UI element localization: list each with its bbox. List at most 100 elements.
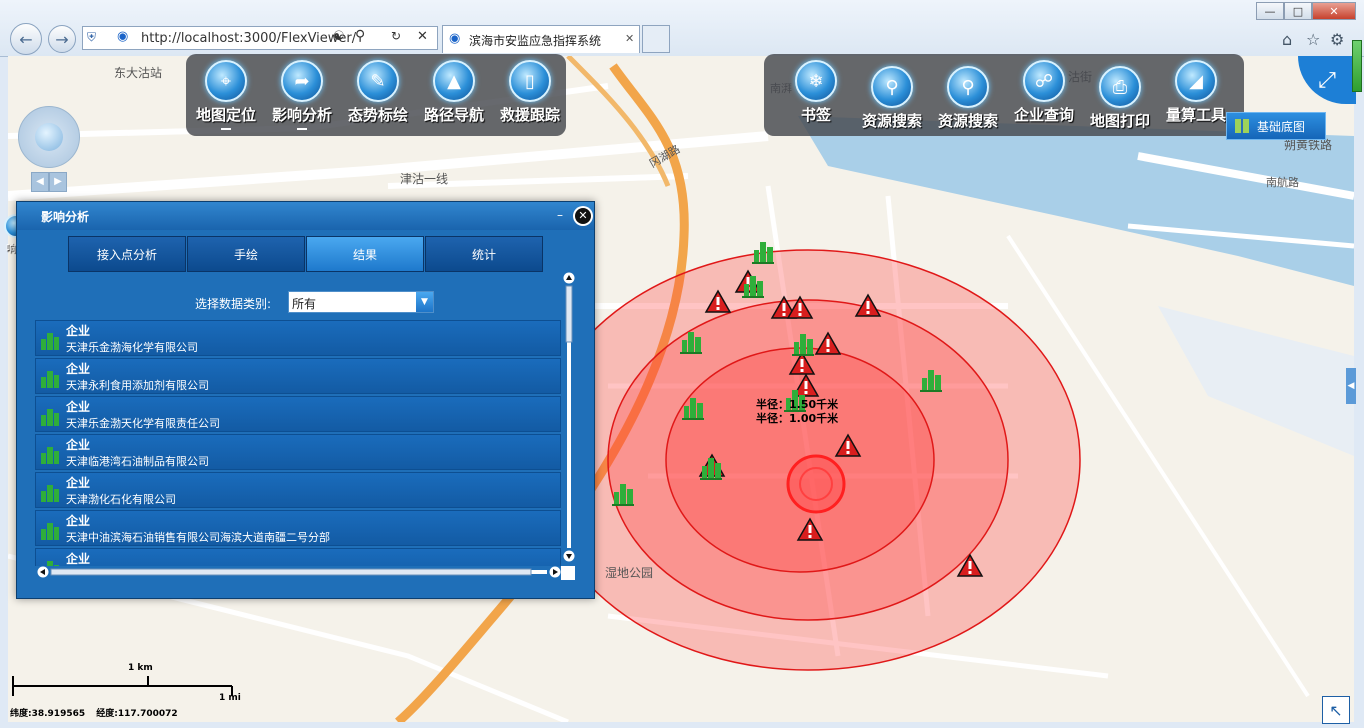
vertical-scrollbar[interactable]	[563, 272, 575, 562]
refresh-icon[interactable]: ↻	[391, 29, 401, 43]
new-tab-button[interactable]	[642, 25, 670, 53]
basemap-button[interactable]: 基础底图	[1226, 112, 1326, 140]
tool-label: 地图定位	[195, 106, 256, 124]
enterprise-query-icon: ☍	[1023, 60, 1065, 102]
settings-gear-icon[interactable]: ⚙	[1330, 30, 1344, 49]
chevron-left-icon: ◀	[1347, 381, 1355, 391]
tool-label: 企业查询	[1013, 106, 1074, 124]
globe-icon[interactable]	[35, 123, 63, 151]
impact-analysis-icon: ➦	[281, 60, 323, 102]
tool-bookmark[interactable]: ❄ 书签	[778, 60, 854, 125]
browser-chrome: ← → ⛨ ◉ http://localhost:3000/FlexViewer…	[0, 0, 1364, 57]
panel-close-button[interactable]: ✕	[573, 206, 593, 226]
ie-page-icon: ◉	[117, 29, 129, 44]
pan-right-icon[interactable]: ▶	[49, 172, 67, 192]
pan-control[interactable]	[18, 106, 80, 168]
tab-results[interactable]: 结果	[306, 236, 424, 272]
scale-mi-label: 1 mi	[219, 693, 241, 703]
impact-analysis-panel: 影响分析 – ✕ 接入点分析 手绘 结果 统计 选择数据类别: 所有 ▼ 企业天…	[16, 201, 595, 599]
map-label-nanhang: 南航路	[1266, 176, 1299, 189]
toolbar-left: ⌖ 地图定位 ➦ 影响分析 ✎ 态势标绘 ▲ 路径导航 ▯ 救援跟踪	[186, 54, 566, 136]
list-item[interactable]: 企业 天津乐金渤天化学有限责任公司	[35, 396, 561, 432]
panel-header[interactable]: 影响分析 – ✕	[17, 202, 594, 230]
bookmark-icon: ❄	[795, 60, 837, 102]
zoom-gauge[interactable]	[1352, 40, 1362, 92]
map-label-dongdagu: 东大沽站	[114, 66, 163, 80]
enterprise-icon	[41, 371, 59, 388]
latitude-text: 纬度:38.919565	[10, 709, 86, 719]
tab-statistics[interactable]: 统计	[425, 236, 543, 272]
compat-icon[interactable]: ☯	[333, 29, 345, 44]
data-category-select[interactable]: 所有 ▼	[288, 291, 434, 313]
overview-map-button[interactable]: ↖	[1322, 696, 1350, 724]
enterprise-icon	[41, 447, 59, 464]
minimize-window-button[interactable]: —	[1256, 2, 1284, 20]
url-text: http://localhost:3000/FlexViewer/	[141, 31, 357, 46]
tool-active-dash	[297, 128, 307, 130]
locate-icon: ⌖	[205, 60, 247, 102]
search-icon[interactable]: ⚲	[355, 28, 365, 44]
tool-measure[interactable]: ◢ 量算工具	[1158, 60, 1234, 125]
tab-close-icon[interactable]: ✕	[625, 32, 634, 45]
list-item[interactable]: 企业 天津临港湾石油制品有限公司	[35, 434, 561, 470]
tool-map-locate[interactable]: ⌖ 地图定位	[188, 60, 264, 130]
maximize-window-button[interactable]: □	[1284, 2, 1312, 20]
tool-label: 态势标绘	[347, 106, 408, 124]
list-item[interactable]: 企业	[35, 548, 561, 566]
resource-search-icon: ⚲	[871, 66, 913, 108]
forward-arrow-icon: →	[55, 29, 69, 49]
tool-label: 资源搜索	[937, 112, 998, 130]
tab-freehand[interactable]: 手绘	[187, 236, 305, 272]
tab-access-point-analysis[interactable]: 接入点分析	[68, 236, 186, 272]
enterprise-icon	[41, 333, 59, 350]
result-type: 企业	[66, 324, 91, 338]
stop-icon[interactable]: ✕	[417, 29, 428, 44]
chevron-down-icon[interactable]: ▼	[416, 292, 433, 312]
close-window-button[interactable]: ✕	[1312, 2, 1356, 20]
back-arrow-icon: ←	[19, 29, 33, 49]
tool-map-print[interactable]: ⎙ 地图打印	[1082, 66, 1158, 131]
tool-plotting[interactable]: ✎ 态势标绘	[340, 60, 416, 125]
tool-resource-search-1[interactable]: ⚲ 资源搜索	[854, 66, 930, 131]
address-bar[interactable]: ⛨ ◉ http://localhost:3000/FlexViewer/ ☯ …	[82, 26, 438, 50]
browser-tab[interactable]: ◉ 滨海市安监应急指挥系统 ✕	[442, 25, 640, 53]
tool-label: 资源搜索	[861, 112, 922, 130]
tool-impact-analysis[interactable]: ➦ 影响分析	[264, 60, 340, 130]
home-icon[interactable]: ⌂	[1282, 30, 1292, 49]
list-item[interactable]: 企业 天津中油滨海石油销售有限公司海滨大道南疆二号分部	[35, 510, 561, 546]
navigation-icon: ▲	[433, 60, 475, 102]
result-name: 天津中油滨海石油销售有限公司海滨大道南疆二号分部	[66, 531, 330, 544]
favorites-star-icon[interactable]: ☆	[1306, 30, 1320, 49]
collapse-side-button[interactable]: ◀	[1346, 368, 1356, 404]
result-name: 天津永利食用添加剂有限公司	[66, 379, 209, 392]
enterprise-icon	[47, 561, 59, 566]
tool-label: 书签	[800, 106, 831, 124]
list-item[interactable]: 企业 天津永利食用添加剂有限公司	[35, 358, 561, 394]
expand-icon: ⤢	[1318, 67, 1336, 93]
tool-navigation[interactable]: ▲ 路径导航	[416, 60, 492, 125]
longitude-text: 经度:117.700072	[96, 709, 178, 719]
back-button[interactable]: ←	[10, 23, 42, 55]
minimize-icon[interactable]: –	[557, 209, 567, 221]
horizontal-scrollbar[interactable]	[37, 566, 561, 578]
print-icon: ⎙	[1099, 66, 1141, 108]
tool-resource-search-2[interactable]: ⚲ 资源搜索	[930, 66, 1006, 131]
pan-left-icon[interactable]: ◀	[31, 172, 49, 192]
resource-search-icon: ⚲	[947, 66, 989, 108]
tool-active-dash	[221, 128, 231, 130]
tool-rescue-tracking[interactable]: ▯ 救援跟踪	[492, 60, 568, 125]
tool-label: 影响分析	[271, 106, 332, 124]
land-block	[1158, 306, 1354, 456]
result-name: 天津渤化石化有限公司	[66, 493, 176, 506]
panel-title: 影响分析	[41, 210, 90, 224]
basemap-label: 基础底图	[1257, 119, 1306, 134]
tab-title: 滨海市安监应急指挥系统	[469, 34, 602, 48]
measure-icon: ◢	[1175, 60, 1217, 102]
close-icon: ✕	[575, 208, 591, 224]
list-item[interactable]: 企业 天津渤化石化有限公司	[35, 472, 561, 508]
list-item[interactable]: 企业 天津乐金渤海化学有限公司	[35, 320, 561, 356]
tool-label: 地图打印	[1089, 112, 1150, 130]
tool-enterprise-query[interactable]: ☍ 企业查询	[1006, 60, 1082, 125]
forward-button[interactable]: →	[48, 25, 76, 53]
result-name: 天津乐金渤天化学有限责任公司	[66, 417, 220, 430]
